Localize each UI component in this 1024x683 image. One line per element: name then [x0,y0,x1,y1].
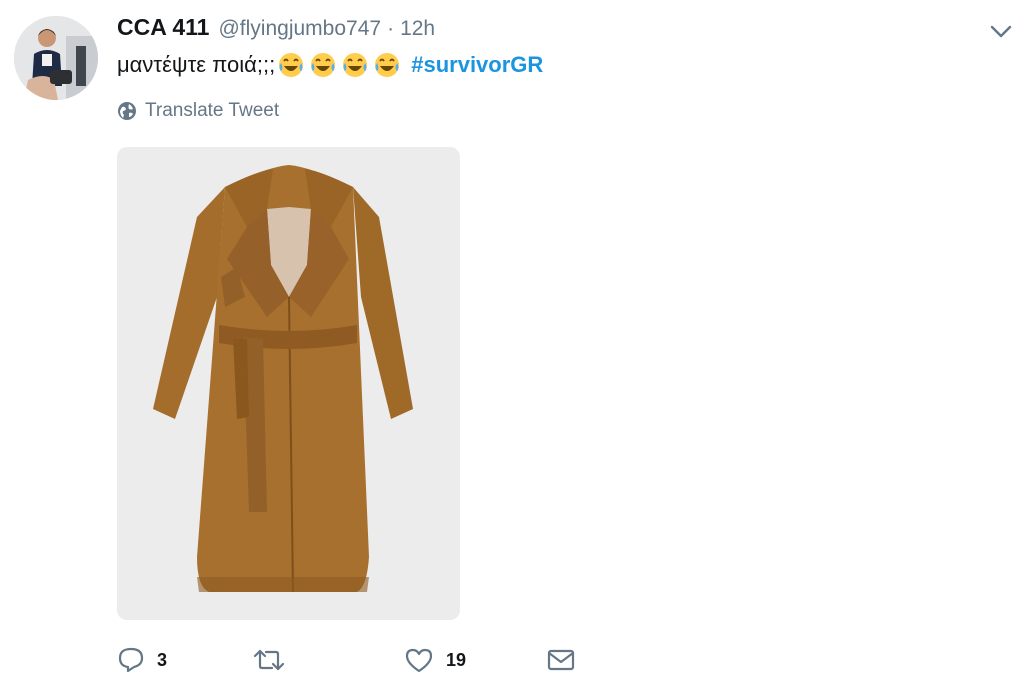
camel-wrap-coat-image [153,165,413,593]
face-with-tears-of-joy-icon [311,53,336,77]
tweet-timestamp[interactable]: 12h [400,17,435,41]
reply-button[interactable]: 3 [117,647,252,673]
like-count: 19 [446,649,467,670]
emoji-group [277,51,405,79]
face-with-tears-of-joy-icon [375,53,400,77]
tweet-header: CCA 411 @flyingjumbo747 · 12h [117,14,435,48]
face-with-tears-of-joy-icon [279,53,304,77]
tweet-body-text: μαντέψτε ποιά;;; [117,52,276,77]
like-button[interactable]: 19 [404,647,546,673]
avatar-photo [14,16,98,100]
display-name[interactable]: CCA 411 [117,14,209,41]
retweet-button[interactable] [252,647,404,673]
envelope-icon [547,649,575,671]
reply-icon [118,647,144,673]
heart-icon [405,648,433,673]
tweet-media-photo[interactable] [117,147,460,620]
tweet-text: μαντέψτε ποιά;;; #survivorGR [117,48,543,82]
globe-icon [118,102,136,120]
face-with-tears-of-joy-icon [343,53,368,77]
translate-tweet-link[interactable]: Translate Tweet [117,100,279,122]
retweet-icon [253,649,285,671]
more-options-button[interactable] [986,20,1016,44]
user-handle[interactable]: @flyingjumbo747 [218,17,381,41]
reply-count: 3 [157,649,168,670]
translate-label: Translate Tweet [145,100,280,121]
header-separator: · [387,17,395,40]
tweet-action-bar: 3 19 [117,640,576,680]
hashtag-link[interactable]: #survivorGR [411,52,543,78]
avatar[interactable] [14,16,98,100]
chevron-down-icon [990,25,1012,38]
direct-message-button[interactable] [546,648,576,672]
